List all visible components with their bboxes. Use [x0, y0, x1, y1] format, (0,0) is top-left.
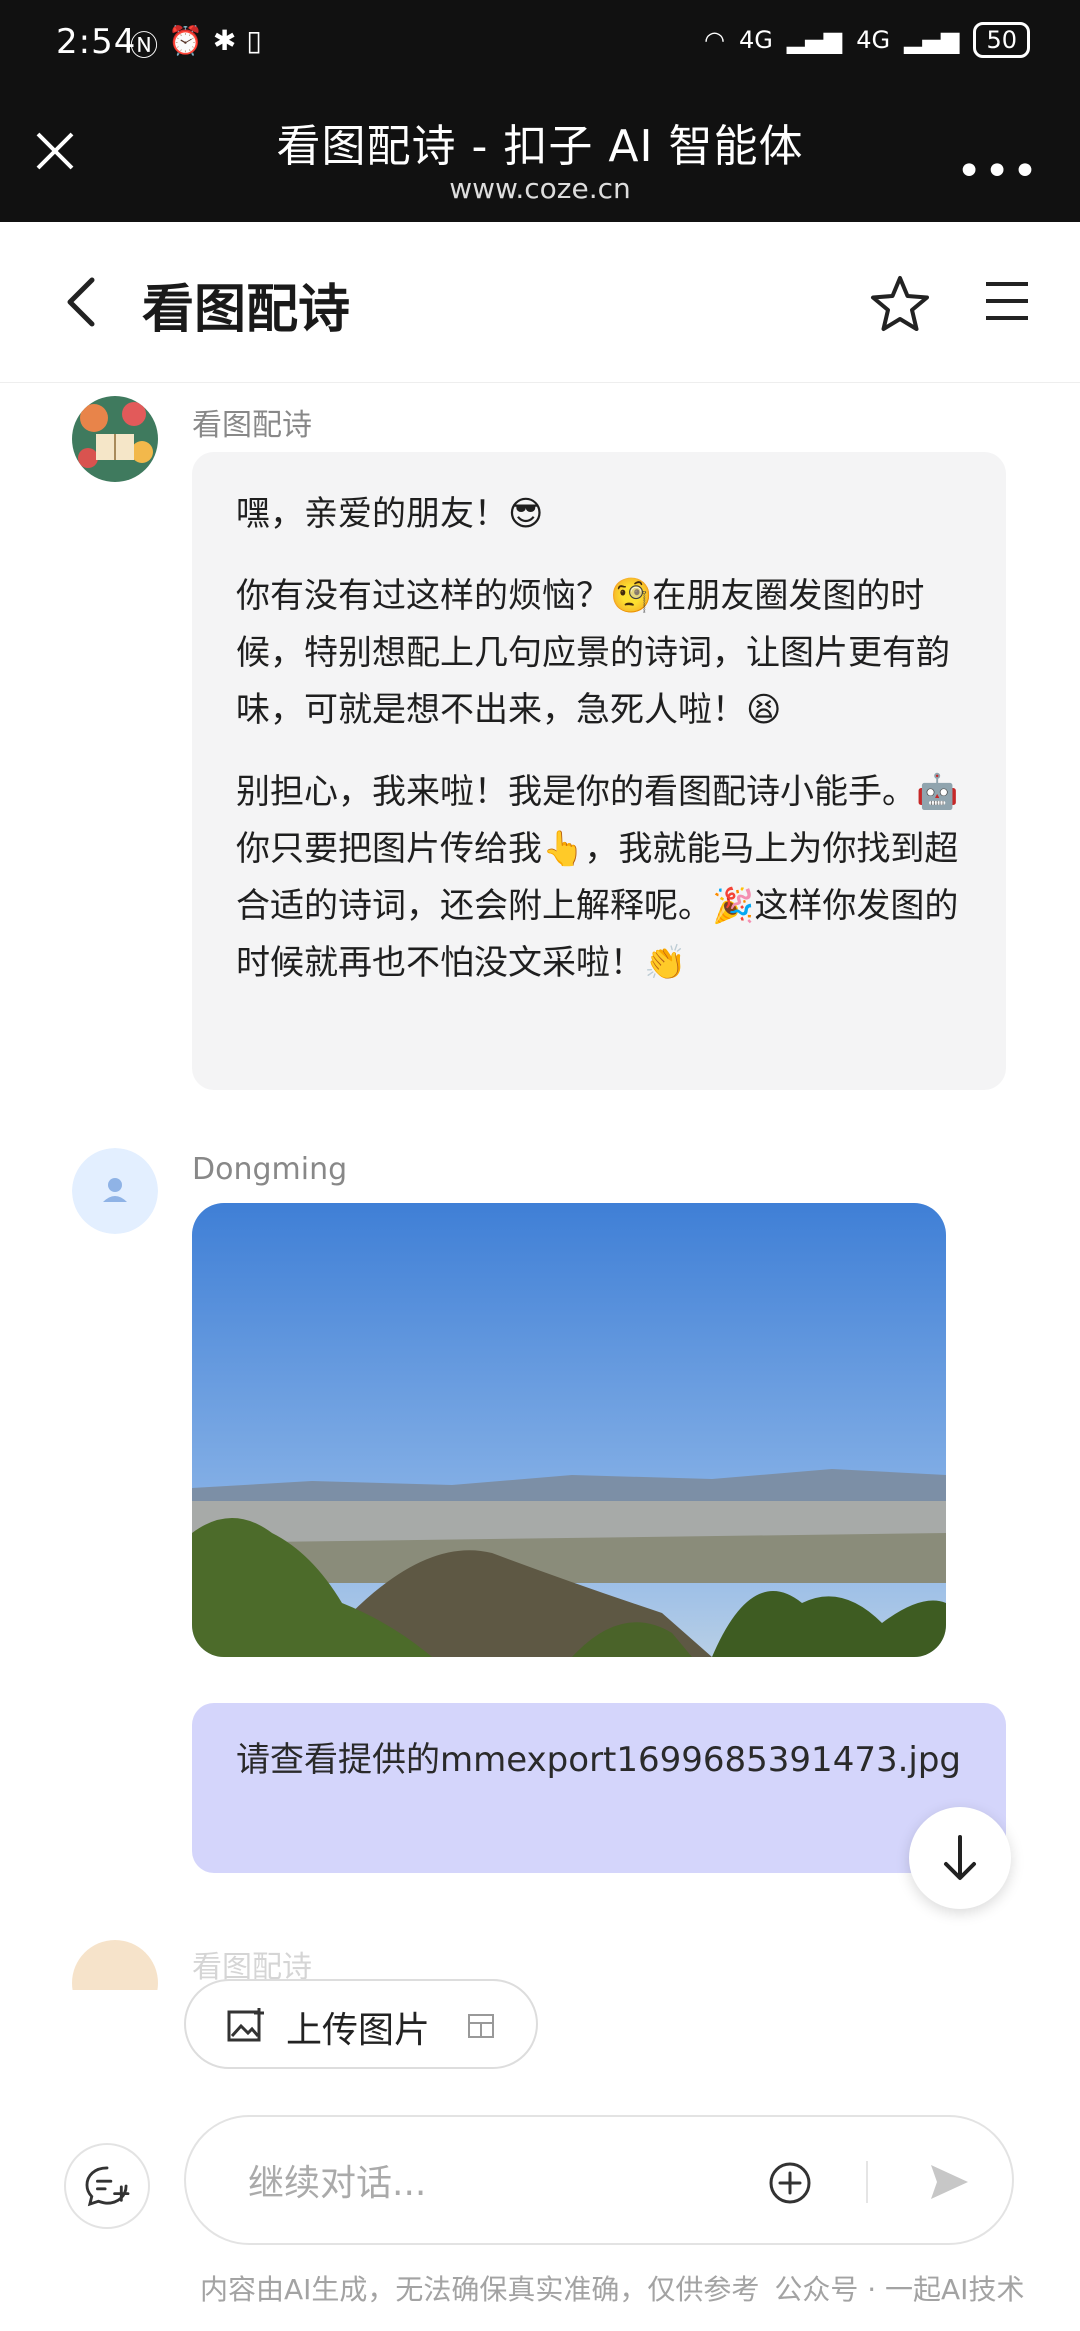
message-composer — [184, 2115, 1014, 2245]
signal-icon: ▂▄▆ — [786, 26, 843, 54]
network-2: 4G — [856, 26, 891, 54]
chat-input[interactable] — [246, 2155, 770, 2211]
add-icon[interactable] — [768, 2161, 812, 2205]
upload-image-button[interactable]: 上传图片 — [184, 1979, 538, 2069]
bot-sender-name: 看图配诗 — [192, 408, 312, 443]
divider — [866, 2161, 868, 2203]
app-header: 看图配诗 — [0, 222, 1080, 383]
user-avatar — [72, 1148, 158, 1234]
page-title: 看图配诗 — [142, 280, 351, 340]
battery-indicator: 50 — [973, 22, 1030, 58]
footer-disclaimer: 内容由AI生成，无法确保真实准确，仅供参考 公众号 · 一起AI技术 — [200, 2268, 1024, 2308]
nfc-icon: Ⓝ — [130, 29, 159, 62]
bot-message-paragraph: 别担心，我来啦！我是你的看图配诗小能手。🤖你只要把图片传给我👆，我就能马上为你找… — [236, 772, 959, 983]
watermark-text: 公众号 · 一起AI技术 — [774, 2273, 1025, 2306]
image-upload-icon — [227, 2008, 264, 2042]
vibrate-icon: ▯ — [246, 24, 262, 57]
star-icon[interactable] — [870, 274, 930, 334]
browser-bar: 看图配诗 - 扣子 AI 智能体 www.coze.cn ••• — [0, 96, 1080, 222]
more-icon[interactable]: ••• — [956, 146, 1040, 197]
bot-avatar — [72, 396, 158, 482]
new-chat-button[interactable] — [64, 2143, 150, 2229]
disclaimer-text: 内容由AI生成，无法确保真实准确，仅供参考 — [200, 2273, 760, 2306]
bluetooth-icon: ✱ — [212, 24, 237, 57]
signal-icon: ▂▄▆ — [904, 26, 960, 54]
status-time: 2:54 — [56, 22, 137, 62]
wifi-icon: ◠ — [704, 26, 725, 54]
bot-avatar — [72, 1940, 158, 1990]
status-icons-left: Ⓝ ⏰ ✱ ▯ — [130, 24, 262, 64]
status-icons-right: ◠ 4G ▂▄▆ 4G ▂▄▆ 50 — [704, 22, 1030, 58]
menu-icon[interactable] — [982, 276, 1032, 326]
uploaded-photo[interactable] — [192, 1203, 946, 1657]
bot-message-paragraph: 你有没有过这样的烦恼？🧐在朋友圈发图的时候，特别想配上几句应景的诗词，让图片更有… — [236, 576, 950, 730]
back-icon[interactable] — [60, 272, 100, 332]
alarm-icon: ⏰ — [168, 24, 203, 57]
browser-url: www.coze.cn — [449, 172, 631, 205]
browser-title: 看图配诗 - 扣子 AI 智能体 — [276, 121, 804, 172]
bot-message-paragraph: 嘿，亲爱的朋友！😎 — [236, 494, 544, 534]
user-message-bubble: 请查看提供的mmexport1699685391473.jpg — [192, 1703, 1006, 1873]
layout-icon — [468, 2014, 494, 2038]
upload-image-label: 上传图片 — [286, 2010, 431, 2051]
next-bot-message-preview: 看图配诗 — [0, 1930, 1080, 1990]
bot-message-bubble: 嘿，亲爱的朋友！😎 你有没有过这样的烦恼？🧐在朋友圈发图的时候，特别想配上几句应… — [192, 452, 1006, 1090]
network-1: 4G — [738, 26, 773, 54]
send-icon[interactable] — [928, 2162, 970, 2202]
status-bar: 2:54 Ⓝ ⏰ ✱ ▯ ◠ 4G ▂▄▆ 4G ▂▄▆ 50 — [0, 0, 1080, 96]
scroll-down-button[interactable] — [909, 1807, 1011, 1909]
user-sender-name: Dongming — [192, 1152, 348, 1187]
